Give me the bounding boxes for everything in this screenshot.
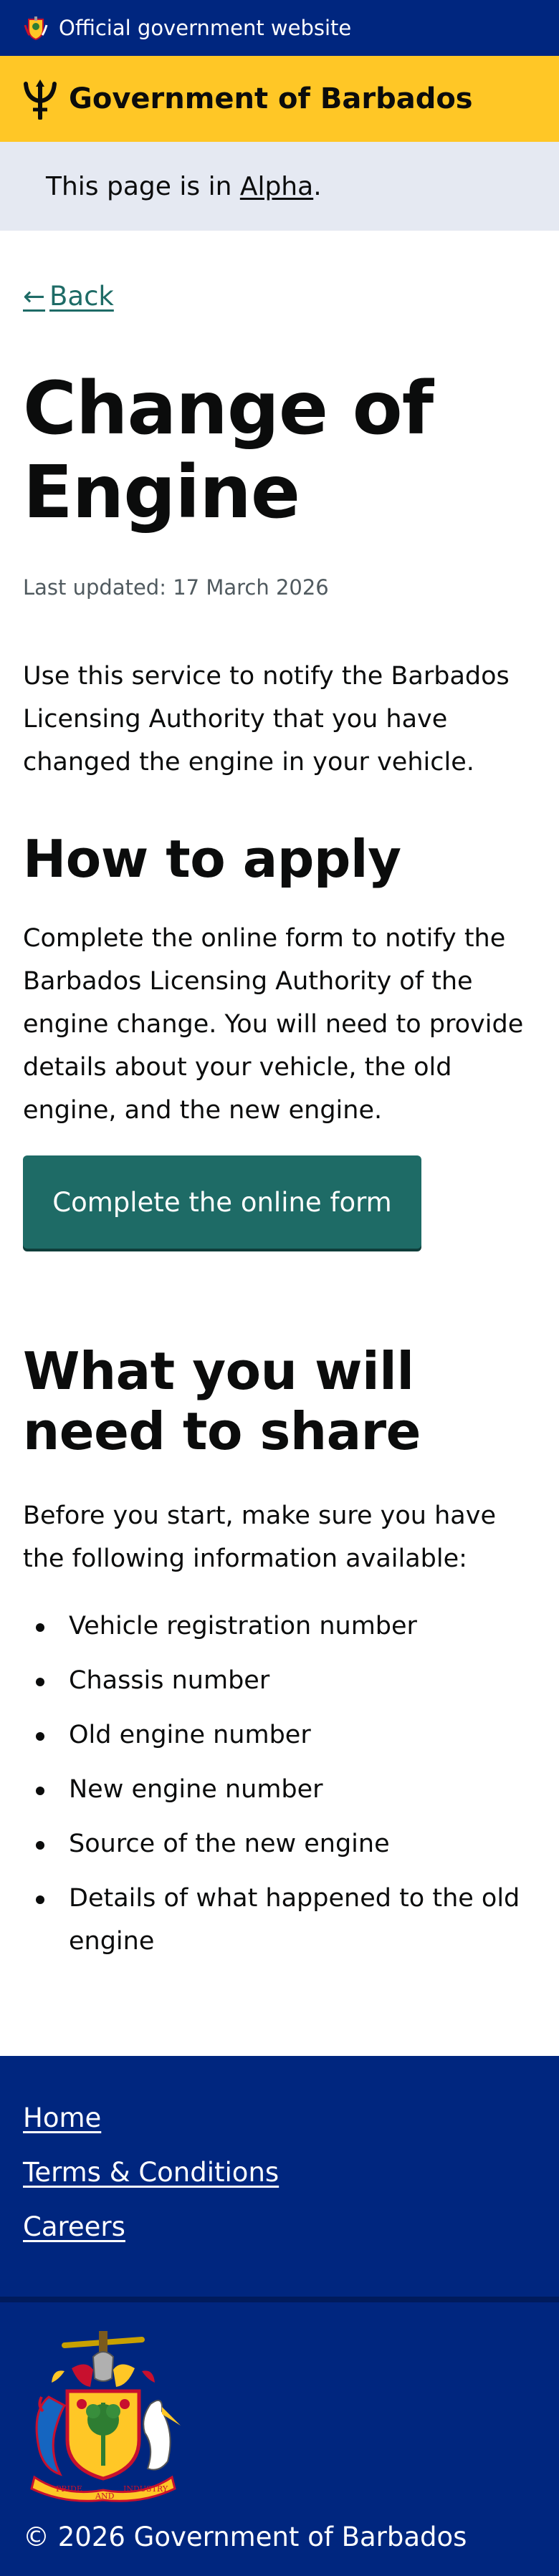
back-link-label: Back bbox=[49, 281, 114, 312]
list-item: Chassis number bbox=[36, 1659, 536, 1702]
coat-of-arms-icon: PRIDE AND INDUSTRY bbox=[30, 2331, 181, 2502]
what-to-share-heading: What you will need to share bbox=[23, 1341, 421, 1461]
how-to-apply-paragraph: Complete the online form to notify the B… bbox=[23, 924, 524, 1125]
footer-link-careers[interactable]: Careers bbox=[23, 2212, 279, 2242]
required-info-list: Vehicle registration number Chassis numb… bbox=[36, 1605, 536, 1974]
motto-middle: AND bbox=[95, 2491, 115, 2501]
site-header: Government of Barbados bbox=[0, 56, 559, 142]
list-item: Source of the new engine bbox=[36, 1822, 536, 1865]
footer-link-terms[interactable]: Terms & Conditions bbox=[23, 2158, 279, 2188]
trident-icon bbox=[24, 80, 57, 120]
phase-banner: This page is in Alpha. bbox=[0, 142, 559, 231]
page-title: Change of Engine bbox=[23, 366, 434, 535]
what-to-share-paragraph: Before you start, make sure you have the… bbox=[23, 1501, 496, 1573]
footer-copyright: © 2026 Government of Barbados bbox=[23, 2522, 467, 2552]
how-to-apply-heading: How to apply bbox=[23, 829, 401, 889]
list-item: Vehicle registration number bbox=[36, 1605, 536, 1648]
site-name-link[interactable]: Government of Barbados bbox=[69, 82, 473, 115]
phase-suffix: . bbox=[313, 171, 322, 201]
footer-link-home[interactable]: Home bbox=[23, 2103, 279, 2133]
complete-online-form-button[interactable]: Complete the online form bbox=[23, 1155, 421, 1249]
last-updated: Last updated: 17 March 2026 bbox=[23, 575, 329, 600]
phase-prefix: This page is in bbox=[46, 171, 240, 201]
motto-right: INDUSTRY bbox=[123, 2484, 168, 2494]
coat-of-arms-icon bbox=[24, 16, 48, 41]
footer-divider bbox=[0, 2297, 559, 2302]
site-footer: Home Terms & Conditions Careers PRIDE AN… bbox=[0, 2056, 559, 2576]
back-link[interactable]: ← Back bbox=[23, 281, 114, 312]
motto-left: PRIDE bbox=[56, 2484, 82, 2494]
phase-alpha-link[interactable]: Alpha bbox=[240, 172, 313, 201]
official-banner: Official government website bbox=[0, 0, 559, 56]
list-item: New engine number bbox=[36, 1768, 536, 1811]
footer-links: Home Terms & Conditions Careers bbox=[23, 2103, 279, 2267]
list-item: Details of what happened to the old engi… bbox=[36, 1877, 536, 1963]
intro-paragraph: Use this service to notify the Barbados … bbox=[23, 662, 510, 777]
back-arrow-icon: ← bbox=[23, 281, 46, 312]
list-item: Old engine number bbox=[36, 1714, 536, 1756]
official-banner-text: Official government website bbox=[59, 16, 352, 40]
